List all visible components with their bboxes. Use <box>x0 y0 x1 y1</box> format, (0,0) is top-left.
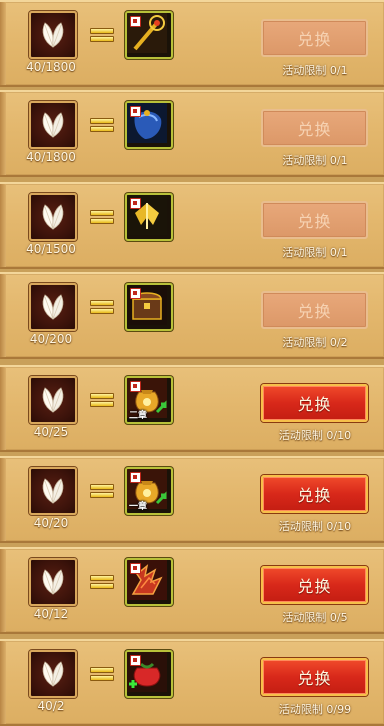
exchange-row: 40/2 兑换活动限制 0/99 <box>0 639 384 726</box>
lock-icon <box>130 198 141 209</box>
exchange-row: 40/1500 兑换活动限制 0/1 <box>0 182 384 269</box>
equals-icon <box>90 575 114 589</box>
treasure-chest-icon[interactable] <box>125 283 173 331</box>
item-tag-text: 一章 <box>129 502 148 512</box>
exchange-row: 40/200 兑换活动限制 0/2 <box>0 272 384 359</box>
activity-limit-label: 活动限制 0/99 <box>278 703 352 716</box>
equals-icon <box>90 28 114 42</box>
cost-label: 40/2 <box>37 699 65 713</box>
golden-wings-icon[interactable] <box>125 193 173 241</box>
money-bag-icon[interactable]: 二章 <box>125 376 173 424</box>
exchange-button[interactable]: 兑换 <box>261 109 368 147</box>
exchange-row: 40/1800 兑换活动限制 0/1 <box>0 90 384 177</box>
white-leaf-icon[interactable] <box>29 467 77 515</box>
exchange-button[interactable]: 兑换 <box>261 658 368 696</box>
exchange-list: 40/1800 兑换 活动限制 0/1 40/1800 兑换 活动限制 0/1 40/150… <box>0 0 384 726</box>
white-leaf-icon[interactable] <box>29 283 77 331</box>
blue-cape-icon[interactable] <box>125 101 173 149</box>
cost-label: 40/1800 <box>26 60 76 74</box>
red-rune-fragment-icon[interactable] <box>125 558 173 606</box>
white-leaf-icon[interactable] <box>29 558 77 606</box>
white-leaf-icon[interactable] <box>29 11 77 59</box>
white-leaf-icon[interactable] <box>29 376 77 424</box>
money-bag-icon[interactable]: 一章 <box>125 467 173 515</box>
lock-icon <box>130 472 141 483</box>
equals-icon <box>90 118 114 132</box>
red-potion-bag-icon[interactable] <box>125 650 173 698</box>
activity-limit-label: 活动限制 0/1 <box>282 154 348 167</box>
cost-label: 40/200 <box>29 332 73 346</box>
cost-label: 40/1500 <box>26 242 76 256</box>
lock-icon <box>130 106 141 117</box>
cost-label: 40/25 <box>33 425 69 439</box>
cost-label: 40/1800 <box>26 150 76 164</box>
equals-icon <box>90 484 114 498</box>
white-leaf-icon[interactable] <box>29 101 77 149</box>
lock-icon <box>130 563 141 574</box>
exchange-button[interactable]: 兑换 <box>261 384 368 422</box>
lock-icon <box>130 16 141 27</box>
lock-icon <box>130 655 141 666</box>
activity-limit-label: 活动限制 0/10 <box>278 429 352 442</box>
lock-icon <box>130 381 141 392</box>
activity-limit-label: 活动限制 0/2 <box>282 336 348 349</box>
exchange-row: 40/12 兑换活动限制 0/5 <box>0 547 384 634</box>
exchange-row: 40/20 一章 兑换活动限制 0/10 <box>0 456 384 543</box>
equals-icon <box>90 393 114 407</box>
cost-label: 40/20 <box>33 516 69 530</box>
exchange-row: 40/1800 兑换活动限制 0/1 <box>0 0 384 87</box>
equals-icon <box>90 300 114 314</box>
exchange-button[interactable]: 兑换 <box>261 19 368 57</box>
white-leaf-icon[interactable] <box>29 193 77 241</box>
activity-limit-label: 活动限制 0/10 <box>278 520 352 533</box>
exchange-row: 40/25 二章 兑换活动限制 0/10 <box>0 365 384 452</box>
golden-staff-icon[interactable] <box>125 11 173 59</box>
exchange-button[interactable]: 兑换 <box>261 475 368 513</box>
equals-icon <box>90 210 114 224</box>
lock-icon <box>130 288 141 299</box>
exchange-button[interactable]: 兑换 <box>261 566 368 604</box>
item-tag-text: 二章 <box>129 411 148 421</box>
exchange-button[interactable]: 兑换 <box>261 291 368 329</box>
white-leaf-icon[interactable] <box>29 650 77 698</box>
activity-limit-label: 活动限制 0/1 <box>282 246 348 259</box>
activity-limit-label: 活动限制 0/5 <box>282 611 348 624</box>
cost-label: 40/12 <box>33 607 69 621</box>
equals-icon <box>90 667 114 681</box>
activity-limit-label: 活动限制 0/1 <box>282 64 348 77</box>
exchange-button[interactable]: 兑换 <box>261 201 368 239</box>
